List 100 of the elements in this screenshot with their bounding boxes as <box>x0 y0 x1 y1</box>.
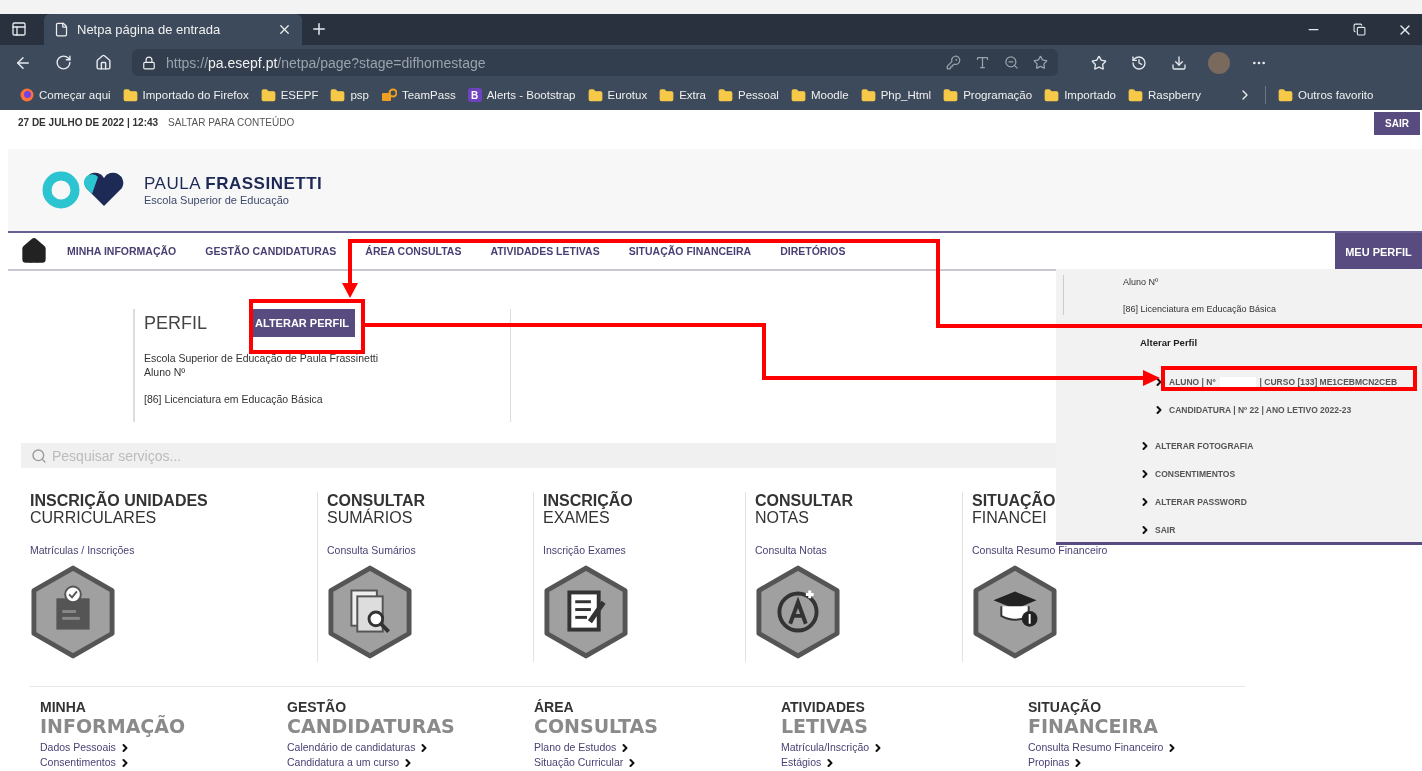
section-title: GESTÃO <box>287 700 348 715</box>
bookmark[interactable]: Moodle <box>790 87 849 103</box>
folder-icon <box>659 87 675 103</box>
menu-info: [86] Licenciatura em Educação Básica <box>1123 304 1278 316</box>
service-subtitle: CURRICULARES <box>30 509 157 526</box>
profile-option[interactable]: ALUNO | Nº | CURSO [133] ME1CEBMCN2CEB <box>1153 368 1422 396</box>
section-link[interactable]: Calendário de candidaturas <box>287 740 524 755</box>
section-title: ATIVIDADES <box>781 700 866 715</box>
star-icon[interactable] <box>1033 55 1048 70</box>
folder-icon <box>1278 87 1293 103</box>
bookmark[interactable]: ESEPF <box>260 87 319 103</box>
menu-link[interactable]: ALTERAR FOTOGRAFIA <box>1139 432 1422 460</box>
section-link[interactable]: Situação Curricular <box>534 755 771 770</box>
profile-option[interactable]: CANDIDATURA | Nº 22 | ANO LETIVO 2022-23 <box>1153 396 1422 424</box>
folder-icon <box>330 87 346 103</box>
service-title: INSCRIÇÃO <box>543 492 633 509</box>
folder-icon <box>122 87 138 103</box>
profile-info: Aluno Nº <box>144 366 187 378</box>
bookmark-logo: B <box>467 88 482 102</box>
hexagon-clipboard-icon <box>30 564 116 660</box>
service-link[interactable]: Consulta Sumários <box>327 544 416 556</box>
browser-tab[interactable]: Netpa página de entrada <box>44 14 302 45</box>
folder-icon <box>860 87 876 103</box>
nav-link[interactable]: DIRETÓRIOS <box>780 245 846 257</box>
bookmark[interactable]: psp <box>330 87 369 103</box>
section-heading: CANDIDATURAS <box>287 715 456 737</box>
service-title: CONSULTAR <box>327 492 426 509</box>
service-title: INSCRIÇÃO UNIDADES <box>30 492 208 509</box>
url-text: https://pa.esepf.pt/netpa/page?stage=difhomestage <box>166 54 486 71</box>
bookmark[interactable]: Importado do Firefox <box>122 87 249 103</box>
service-title: SITUAÇÃO <box>972 492 1056 509</box>
browser-logo-icon <box>20 88 34 102</box>
bookmark[interactable]: Outros favorito <box>1278 87 1374 103</box>
hexagon-graduate-icon <box>972 564 1058 660</box>
skip-link[interactable]: SALTAR PARA CONTEÚDO <box>168 117 295 128</box>
profile-info: [86] Licenciatura em Educação Básica <box>144 393 324 405</box>
bookmark[interactable]: Raspberry <box>1127 87 1201 103</box>
folder-icon <box>1127 87 1143 103</box>
profile-info: Escola Superior de Educação de Paula Frassinetti <box>144 352 380 364</box>
section-link[interactable]: Propinas <box>1028 755 1265 770</box>
bookmark[interactable]: Pessoal <box>718 87 779 103</box>
service-title: CONSULTAR <box>755 492 854 509</box>
service-subtitle: SUMÁRIOS <box>327 509 413 526</box>
padlock-icon <box>380 88 397 102</box>
bookmark[interactable]: Começar aqui <box>20 88 111 102</box>
menu-info: Aluno Nº <box>1123 277 1160 289</box>
menu-link[interactable]: ALTERAR PASSWORD <box>1139 488 1422 516</box>
folder-icon <box>587 87 603 103</box>
menu-link[interactable]: CONSENTIMENTOS <box>1139 460 1422 488</box>
search-icon <box>31 447 47 464</box>
nav-link[interactable]: MINHA INFORMAÇÃO <box>67 245 177 257</box>
folder-icon <box>790 87 806 103</box>
logo-icon <box>42 170 126 210</box>
bookmark[interactable]: B Alerts - Bootstrap <box>467 88 576 102</box>
nav-link[interactable]: GESTÃO CANDIDATURAS <box>205 245 337 257</box>
section-heading: INFORMAÇÃO <box>40 715 187 737</box>
bookmark[interactable]: Importado <box>1044 87 1116 103</box>
section-title: ÁREA <box>534 700 575 715</box>
service-subtitle: NOTAS <box>755 509 809 526</box>
bookmark[interactable]: Php_Html <box>860 87 932 103</box>
section-link[interactable]: Dados Pessoais <box>40 740 277 755</box>
zoom-out-icon[interactable] <box>1004 55 1019 70</box>
service-link[interactable]: Inscrição Exames <box>543 544 626 556</box>
section-heading: LETIVAS <box>781 715 869 737</box>
section-link[interactable]: Candidatura a um curso <box>287 755 524 770</box>
section-link[interactable]: Estágios <box>781 755 1018 770</box>
nav-link[interactable]: ATIVIDADES LETIVAS <box>490 245 600 257</box>
profile-title: PERFIL <box>144 312 208 334</box>
page-icon <box>54 22 69 37</box>
service-link[interactable]: Consulta Notas <box>755 544 827 556</box>
home-icon[interactable] <box>20 237 48 265</box>
hexagon-document-search-icon <box>327 564 413 660</box>
logout-button[interactable]: SAIR <box>1374 112 1420 135</box>
text-icon[interactable] <box>975 55 990 70</box>
bookmark[interactable]: Eurotux <box>587 87 648 103</box>
nav-link[interactable]: SITUAÇÃO FINANCEIRA <box>628 245 752 257</box>
profile-button[interactable]: MEU PERFIL <box>1335 233 1422 271</box>
tab-title: Netpa página de entrada <box>77 22 222 37</box>
service-link[interactable]: Consulta Resumo Financeiro <box>972 544 1108 556</box>
section-link[interactable]: Consulta Resumo Financeiro <box>1028 740 1265 755</box>
close-icon[interactable] <box>277 22 292 37</box>
bookmark[interactable]: Extra <box>659 87 706 103</box>
section-heading: CONSULTAS <box>534 715 659 737</box>
bookmark[interactable]: TeamPass <box>380 88 456 102</box>
section-link[interactable]: Plano de Estudos <box>534 740 771 755</box>
service-link[interactable]: Matrículas / Inscrições <box>30 544 135 556</box>
folder-icon <box>260 87 276 103</box>
key-icon[interactable] <box>946 55 961 70</box>
hexagon-grade-icon <box>755 564 841 660</box>
section-link[interactable]: Matrícula/Inscrição <box>781 740 1018 755</box>
nav-link[interactable]: ÁREA CONSULTAS <box>365 245 462 257</box>
section-link[interactable]: Consentimentos <box>40 755 277 770</box>
section-heading: FINANCEIRA <box>1028 715 1159 737</box>
folder-icon <box>1044 87 1060 103</box>
service-subtitle: EXAMES <box>543 509 610 526</box>
bookmark[interactable]: Programação <box>943 87 1033 103</box>
address-field[interactable]: https://pa.esepf.pt/netpa/page?stage=difhomestage <box>132 49 1058 76</box>
section-title: SITUAÇÃO <box>1028 700 1103 715</box>
menu-link[interactable]: SAIR <box>1139 516 1422 544</box>
menu-heading: Alterar Perfil <box>1140 337 1199 348</box>
